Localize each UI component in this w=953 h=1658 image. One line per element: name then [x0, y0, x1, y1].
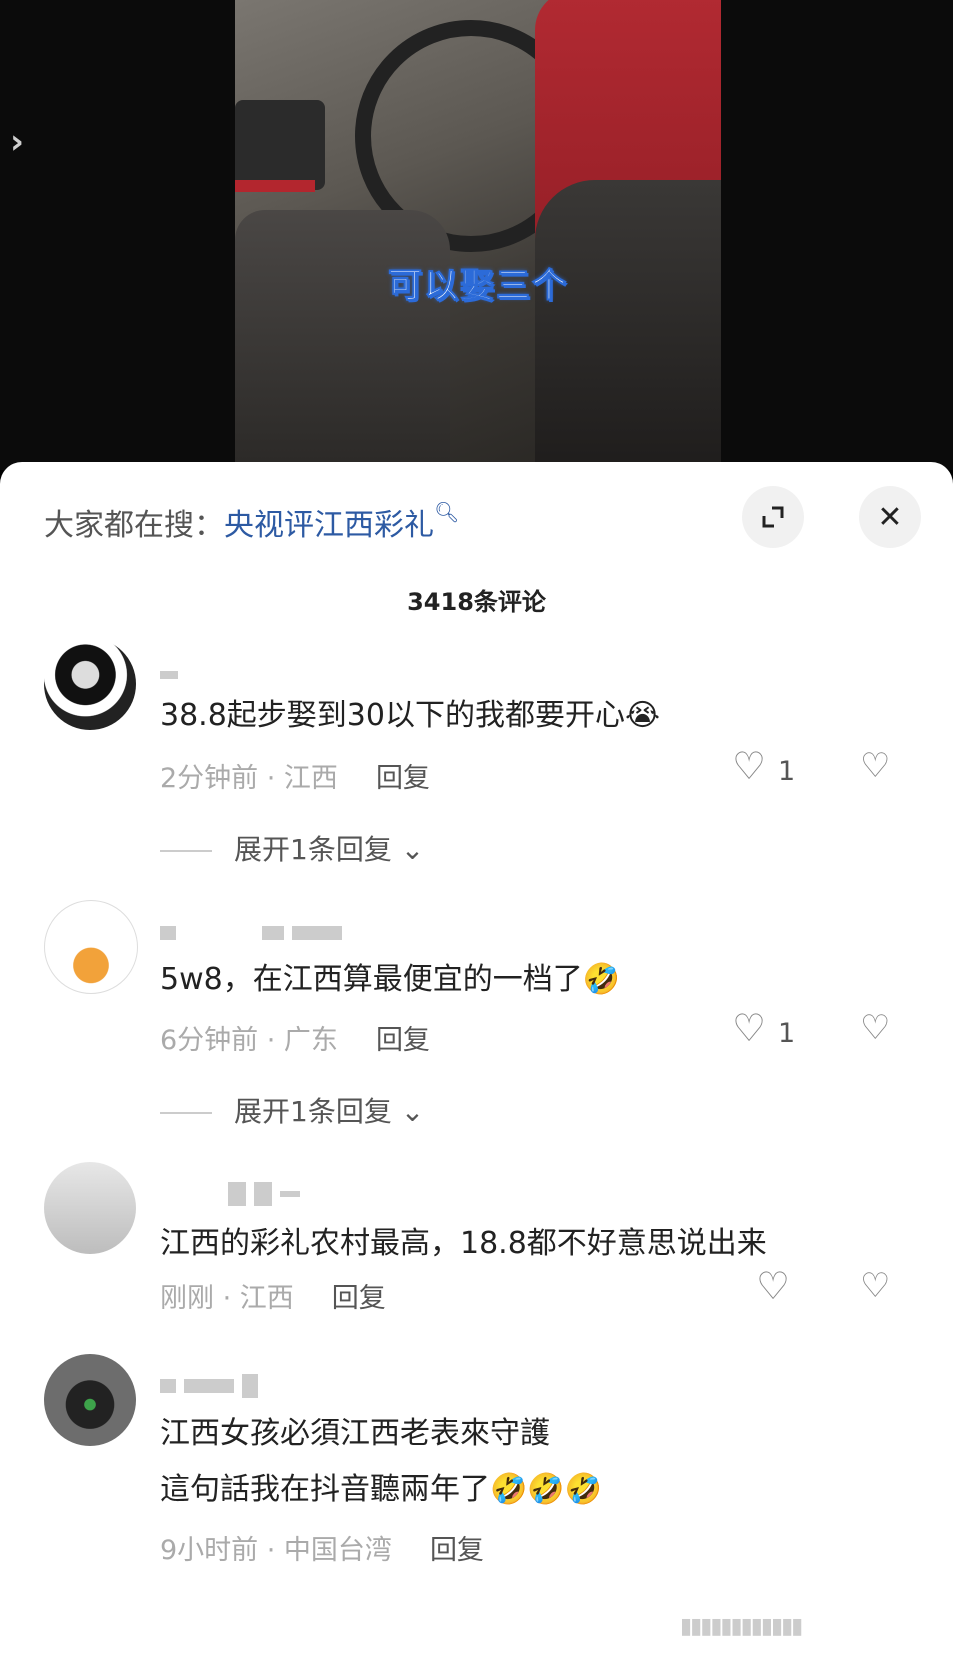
- broken-heart-icon: ♡: [860, 1008, 891, 1048]
- comment-meta: 6分钟前 · 广东 回复: [160, 1018, 430, 1057]
- avatar[interactable]: [44, 1162, 136, 1254]
- comment-text: 38.8起步娶到30以下的我都要开心😭: [160, 698, 661, 733]
- reply-button[interactable]: 回复: [332, 1283, 386, 1314]
- avatar[interactable]: [44, 900, 138, 994]
- dislike-button[interactable]: ♡: [860, 1008, 890, 1048]
- like-button[interactable]: ♡: [732, 1006, 766, 1050]
- avatar[interactable]: [44, 638, 136, 730]
- chevron-right-icon[interactable]: ›: [10, 122, 24, 162]
- heart-icon: ♡: [732, 1006, 767, 1050]
- comment-text: 5w8，在江西算最便宜的一档了🤣: [160, 962, 621, 997]
- chevron-down-icon: ⌄: [400, 1095, 425, 1128]
- dislike-button[interactable]: ♡: [860, 746, 890, 786]
- comment-meta: 刚刚 · 江西 回复: [160, 1276, 386, 1315]
- divider: [160, 850, 212, 852]
- chevron-down-icon: ⌄: [400, 833, 425, 866]
- video-frame: 可以娶三个: [235, 0, 721, 470]
- comment-text: 江西的彩礼农村最高，18.8都不好意思说出来: [160, 1226, 767, 1261]
- like-button[interactable]: ♡: [756, 1264, 790, 1308]
- heart-icon: ♡: [732, 744, 767, 788]
- comments-panel: 大家都在搜：央视评江西彩礼🔍︎ ✕ 3418条评论 38.8起步娶到30以下的我…: [0, 462, 953, 1658]
- car-seat: [235, 210, 450, 470]
- dashboard-trim: [235, 180, 315, 192]
- comment-time: 2分钟前 · 江西: [160, 763, 338, 794]
- expand-replies[interactable]: 展开1条回复 ⌄: [160, 1090, 424, 1130]
- reply-button[interactable]: 回复: [376, 763, 430, 794]
- like-count: 1: [778, 1018, 796, 1049]
- video-caption: 可以娶三个: [388, 266, 568, 307]
- reply-button[interactable]: 回复: [376, 1025, 430, 1056]
- comment-time: 9小时前 · 中国台湾: [160, 1535, 392, 1566]
- comment-text: 江西女孩必須江西老表來守護: [160, 1416, 550, 1451]
- expand-replies-label: 展开1条回复: [234, 1095, 392, 1128]
- username-redacted: [160, 1182, 308, 1206]
- username-redacted: [160, 664, 186, 679]
- comment-meta: 2分钟前 · 江西 回复: [160, 756, 430, 795]
- trending-search[interactable]: 大家都在搜：央视评江西彩礼🔍︎: [44, 500, 459, 544]
- video-player[interactable]: › 可以娶三个: [0, 0, 953, 470]
- expand-replies-label: 展开1条回复: [234, 833, 392, 866]
- comment-text-line2: 這句話我在抖音聽兩年了🤣🤣🤣: [160, 1472, 603, 1507]
- avatar[interactable]: [44, 1354, 136, 1446]
- car-seat-driver: [535, 180, 721, 470]
- expand-button[interactable]: [742, 486, 804, 548]
- like-count: 1: [778, 756, 796, 787]
- close-button[interactable]: ✕: [859, 486, 921, 548]
- trending-search-prefix: 大家都在搜：: [44, 508, 224, 543]
- comment-time: 6分钟前 · 广东: [160, 1025, 338, 1056]
- trending-search-term[interactable]: 央视评江西彩礼: [224, 508, 434, 543]
- expand-icon: [762, 506, 784, 528]
- reply-button[interactable]: 回复: [430, 1535, 484, 1566]
- like-button[interactable]: ♡: [732, 744, 766, 788]
- dashboard: [235, 100, 325, 190]
- dislike-button[interactable]: ♡: [860, 1266, 890, 1306]
- close-icon: ✕: [877, 499, 903, 535]
- comment-meta: 9小时前 · 中国台湾 回复: [160, 1528, 484, 1567]
- divider: [160, 1112, 212, 1114]
- watermark: ▮▮▮▮▮▮▮▮▮▮▮▮: [680, 1614, 803, 1639]
- broken-heart-icon: ♡: [860, 746, 891, 786]
- comment-time: 刚刚 · 江西: [160, 1283, 294, 1314]
- username-redacted: [160, 922, 350, 940]
- expand-replies[interactable]: 展开1条回复 ⌄: [160, 828, 424, 868]
- search-icon: 🔍︎: [434, 500, 460, 524]
- username-redacted: [160, 1374, 266, 1398]
- broken-heart-icon: ♡: [860, 1266, 891, 1306]
- comments-count: 3418条评论: [407, 588, 546, 616]
- heart-icon: ♡: [756, 1264, 791, 1308]
